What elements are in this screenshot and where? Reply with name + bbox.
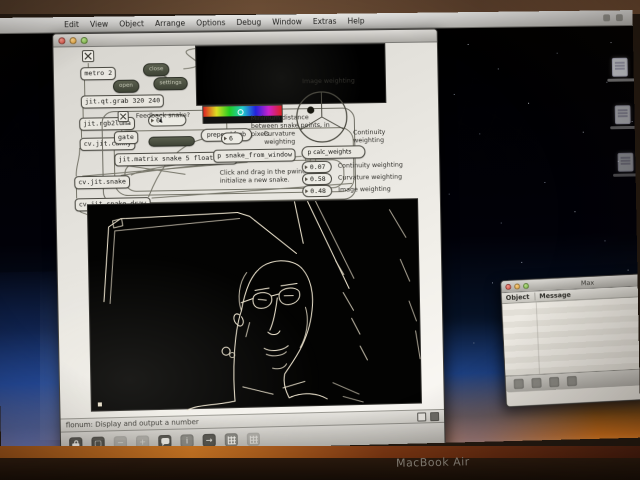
- laptop-screen: Edit View Object Arrange Options Debug W…: [0, 10, 640, 455]
- flonum-continuity[interactable]: 0.07: [301, 160, 332, 173]
- flonum-min-distance[interactable]: 6: [220, 132, 244, 145]
- minimize-button[interactable]: [69, 36, 77, 44]
- label-image: Image weighting: [338, 185, 391, 194]
- console-log-area[interactable]: [502, 296, 640, 376]
- desktop-icon[interactable]: [610, 105, 638, 130]
- window-corner-buttons[interactable]: [417, 411, 440, 422]
- weighting-pie[interactable]: [294, 90, 349, 145]
- close-button[interactable]: [505, 283, 512, 290]
- menu-help[interactable]: Help: [347, 16, 364, 25]
- menu-debug[interactable]: Debug: [236, 18, 261, 27]
- object-p-calc-weights[interactable]: p calc_weights: [301, 145, 366, 160]
- object-jit-qt-grab[interactable]: jit.qt.grab 320 240: [80, 94, 165, 109]
- screen-reflection: [0, 446, 640, 458]
- menu-status-icons[interactable]: [603, 14, 623, 22]
- menu-window[interactable]: Window: [272, 17, 302, 26]
- zoom-button[interactable]: [80, 36, 88, 44]
- grid-icon[interactable]: [224, 433, 238, 447]
- comment-continuity-weighting: Continuity weighting: [353, 128, 386, 145]
- menu-object[interactable]: Object: [119, 19, 144, 28]
- minimize-button[interactable]: [514, 282, 521, 290]
- message-open[interactable]: open: [112, 79, 140, 93]
- object-gate[interactable]: gate: [113, 130, 139, 144]
- toggle-feedback[interactable]: [117, 110, 129, 123]
- object-metro[interactable]: metro 2: [80, 66, 117, 80]
- laptop-bezel: MacBook Air: [0, 446, 640, 480]
- grab-preview-pwindow[interactable]: [195, 43, 387, 106]
- close-button[interactable]: [58, 36, 66, 44]
- zoom-button[interactable]: [522, 282, 530, 289]
- clear-icon[interactable]: [513, 378, 524, 390]
- flonum-curvature[interactable]: 0.58: [301, 172, 333, 185]
- max-patcher-window: metro 2 close open settings jit.qt.grab …: [52, 28, 446, 455]
- object-cv-jit-snake[interactable]: cv.jit.snake: [74, 175, 131, 189]
- weight-dot[interactable]: [306, 106, 315, 114]
- label-curvature: Curvature weighting: [337, 173, 403, 182]
- photo-of-laptop: Edit View Object Arrange Options Debug W…: [0, 0, 640, 480]
- column-message[interactable]: Message: [535, 291, 571, 301]
- object-p-snake-from-window[interactable]: p snake_from_window: [213, 148, 297, 163]
- swatch-cursor[interactable]: [237, 109, 244, 116]
- patcher-canvas[interactable]: metro 2 close open settings jit.qt.grab …: [53, 42, 444, 419]
- menu-options[interactable]: Options: [196, 18, 225, 27]
- label-continuity: Continuity weighting: [337, 161, 403, 170]
- max-console-window: Max Object Message: [500, 273, 640, 408]
- menu-extras[interactable]: Extras: [313, 17, 337, 26]
- flonum-image[interactable]: 0.48: [302, 184, 333, 197]
- macbook-air-logo: MacBook Air: [395, 455, 470, 470]
- menu-edit[interactable]: Edit: [64, 20, 79, 29]
- column-object[interactable]: Object: [501, 292, 536, 303]
- comment-image-weighting: Image weighting: [302, 77, 355, 86]
- desktop-icon[interactable]: [607, 57, 635, 82]
- message-settings[interactable]: settings: [153, 76, 188, 90]
- message-close[interactable]: close: [142, 63, 170, 76]
- comment-curvature-weighting: Curvature weighting: [263, 130, 296, 146]
- desktop-icon[interactable]: [613, 152, 640, 177]
- menu-arrange[interactable]: Arrange: [155, 19, 185, 28]
- filter-icon[interactable]: [566, 375, 578, 387]
- edge-output-pwindow[interactable]: [86, 198, 423, 413]
- comment-feedback: Feedback snake?: [135, 111, 191, 120]
- snap-grid-icon[interactable]: [246, 432, 261, 446]
- menu-view[interactable]: View: [90, 20, 108, 29]
- edge-image: [97, 200, 423, 413]
- action-icon[interactable]: [549, 376, 560, 388]
- sort-icon[interactable]: [531, 377, 542, 389]
- toggle-metro[interactable]: [81, 49, 95, 63]
